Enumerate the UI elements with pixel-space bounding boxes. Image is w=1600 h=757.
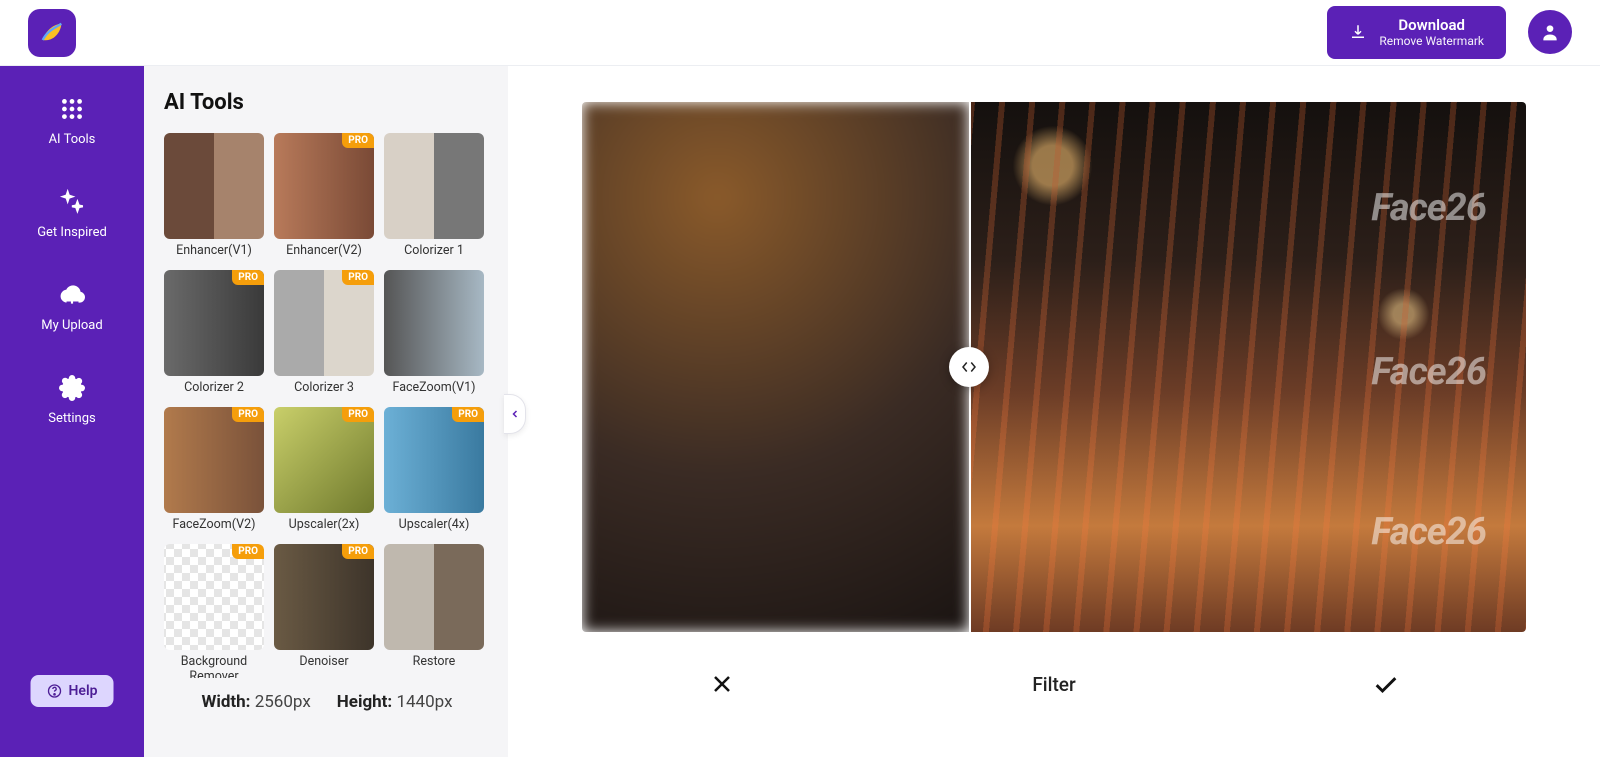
tool-thumbnail: PRO [164, 544, 264, 650]
sidebar-item-ai-tools[interactable]: AI Tools [49, 96, 96, 147]
tool-label: Background Remover [164, 654, 264, 678]
tool-card[interactable]: PRO Colorizer 2 [164, 270, 264, 395]
tool-thumbnail: PRO [384, 407, 484, 513]
sidebar-item-settings[interactable]: Settings [48, 375, 95, 426]
tool-thumbnail [384, 133, 484, 239]
profile-button[interactable] [1528, 10, 1572, 54]
viewer-action-row: Filter [508, 632, 1600, 698]
pro-badge: PRO [342, 270, 374, 285]
watermark: Face26 [1371, 350, 1486, 394]
tool-card[interactable]: PRO Upscaler(2x) [274, 407, 374, 532]
height-label: Height: [337, 692, 392, 712]
tool-label: Colorizer 3 [274, 380, 374, 395]
gear-icon [59, 375, 85, 401]
tool-card[interactable]: FaceZoom(V1) [384, 270, 484, 395]
sidebar: AI Tools Get Inspired My Upload Settings… [0, 66, 144, 757]
compare-drag-handle[interactable] [949, 347, 989, 387]
tool-card[interactable]: Enhancer(V1) [164, 133, 264, 258]
width-value: 2560px [255, 692, 311, 712]
reject-button[interactable] [708, 670, 736, 698]
pro-badge: PRO [232, 270, 264, 285]
tool-label: Colorizer 1 [384, 243, 484, 258]
compare-slider[interactable]: Face26 Face26 Face26 [582, 102, 1526, 632]
pro-badge: PRO [342, 407, 374, 422]
tool-card[interactable]: Colorizer 1 [384, 133, 484, 258]
pro-badge: PRO [342, 133, 374, 148]
tool-label: FaceZoom(V1) [384, 380, 484, 395]
tools-panel-title: AI Tools [164, 90, 490, 115]
pro-badge: PRO [232, 544, 264, 559]
tool-label: Restore [384, 654, 484, 669]
tool-thumbnail: PRO [274, 544, 374, 650]
help-label: Help [69, 683, 98, 699]
tool-card[interactable]: PRO Colorizer 3 [274, 270, 374, 395]
user-icon [1540, 22, 1560, 42]
image-viewer: Face26 Face26 Face26 Filter [508, 66, 1600, 757]
image-dimensions: Width: 2560px Height: 1440px [164, 692, 490, 712]
sidebar-item-label: My Upload [41, 318, 102, 333]
tool-card[interactable]: PRO Background Remover [164, 544, 264, 678]
tool-label: Denoiser [274, 654, 374, 669]
download-button[interactable]: Download Remove Watermark [1327, 6, 1506, 58]
tool-card[interactable]: Restore [384, 544, 484, 678]
tool-thumbnail [384, 544, 484, 650]
tool-label: Enhancer(V1) [164, 243, 264, 258]
tool-thumbnail: PRO [164, 270, 264, 376]
tool-thumbnail [384, 270, 484, 376]
tool-card[interactable]: PRO Enhancer(V2) [274, 133, 374, 258]
accept-button[interactable] [1372, 670, 1400, 698]
download-icon [1349, 23, 1367, 41]
help-icon [47, 683, 63, 699]
download-subtitle: Remove Watermark [1379, 34, 1484, 48]
width-label: Width: [201, 692, 250, 712]
check-icon [1372, 670, 1400, 698]
header-bar: Download Remove Watermark [0, 0, 1600, 66]
tools-grid[interactable]: Enhancer(V1) PRO Enhancer(V2) Colorizer 1 PR… [164, 133, 490, 678]
watermark: Face26 [1371, 510, 1486, 554]
filter-button[interactable]: Filter [1032, 673, 1075, 696]
help-button[interactable]: Help [31, 675, 114, 707]
drag-arrows-icon [960, 358, 978, 376]
tool-label: Upscaler(2x) [274, 517, 374, 532]
app-logo[interactable] [28, 9, 76, 57]
sidebar-item-get-inspired[interactable]: Get Inspired [37, 189, 107, 240]
tool-card[interactable]: PRO Denoiser [274, 544, 374, 678]
sidebar-item-label: Settings [48, 411, 95, 426]
tool-thumbnail: PRO [274, 133, 374, 239]
tool-label: Enhancer(V2) [274, 243, 374, 258]
tool-label: Upscaler(4x) [384, 517, 484, 532]
sidebar-item-my-upload[interactable]: My Upload [41, 282, 102, 333]
download-title: Download [1379, 16, 1484, 34]
pro-badge: PRO [232, 407, 264, 422]
pro-badge: PRO [452, 407, 484, 422]
chevron-left-icon [509, 408, 521, 420]
tools-panel: AI Tools Enhancer(V1) PRO Enhancer(V2) Colo… [144, 66, 508, 757]
tool-thumbnail: PRO [274, 270, 374, 376]
sidebar-item-label: AI Tools [49, 132, 96, 147]
height-value: 1440px [396, 692, 452, 712]
close-icon [710, 672, 734, 696]
header-right: Download Remove Watermark [1327, 6, 1572, 58]
grid-icon [59, 96, 85, 122]
tool-thumbnail: PRO [274, 407, 374, 513]
tool-thumbnail: PRO [164, 407, 264, 513]
tool-card[interactable]: PRO FaceZoom(V2) [164, 407, 264, 532]
tool-card[interactable]: PRO Upscaler(4x) [384, 407, 484, 532]
before-image [582, 102, 969, 632]
cloud-upload-icon [59, 282, 85, 308]
tool-label: FaceZoom(V2) [164, 517, 264, 532]
watermark: Face26 [1371, 186, 1486, 230]
logo-feather-icon [38, 19, 66, 47]
pro-badge: PRO [342, 544, 374, 559]
tool-thumbnail [164, 133, 264, 239]
sparkles-icon [59, 189, 85, 215]
tool-label: Colorizer 2 [164, 380, 264, 395]
sidebar-item-label: Get Inspired [37, 225, 107, 240]
